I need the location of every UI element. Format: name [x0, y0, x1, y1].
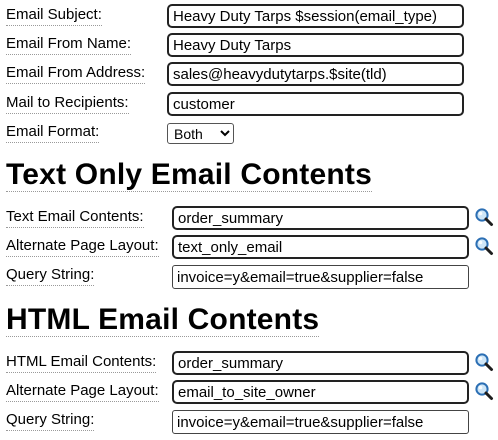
text-query-string-label: Query String:: [6, 266, 95, 286]
html-query-string-label: Query String:: [6, 411, 95, 431]
html-section-heading-text: HTML Email Contents: [6, 303, 320, 337]
html-alternate-layout-input[interactable]: [172, 380, 469, 404]
text-alternate-layout-input[interactable]: [172, 235, 469, 259]
html-email-contents-input[interactable]: [172, 351, 469, 375]
email-from-address-input[interactable]: [167, 62, 464, 86]
magnifier-icon[interactable]: [474, 236, 494, 256]
mail-to-recipients-input[interactable]: [167, 92, 464, 116]
html-alternate-layout-label: Alternate Page Layout:: [6, 382, 159, 402]
text-only-section-heading-text: Text Only Email Contents: [6, 158, 372, 192]
email-format-label: Email Format:: [6, 123, 100, 143]
text-email-contents-input[interactable]: [172, 206, 469, 230]
html-section-heading: HTML Email Contents: [6, 303, 320, 337]
magnifier-icon[interactable]: [474, 352, 494, 372]
html-email-contents-label: HTML Email Contents:: [6, 353, 157, 373]
email-subject-input[interactable]: [167, 4, 464, 28]
text-only-section-heading: Text Only Email Contents: [6, 158, 372, 192]
magnifier-icon[interactable]: [474, 207, 494, 227]
mail-to-recipients-label: Mail to Recipients:: [6, 94, 129, 114]
html-query-string-input[interactable]: [172, 410, 469, 434]
text-query-string-input[interactable]: [172, 265, 469, 289]
email-format-select[interactable]: Both: [167, 123, 234, 144]
email-from-name-input[interactable]: [167, 33, 464, 57]
magnifier-icon[interactable]: [474, 381, 494, 401]
text-alternate-layout-label: Alternate Page Layout:: [6, 237, 159, 257]
email-subject-label: Email Subject:: [6, 6, 102, 26]
email-from-address-label: Email From Address:: [6, 64, 146, 84]
text-email-contents-label: Text Email Contents:: [6, 208, 144, 228]
email-from-name-label: Email From Name:: [6, 35, 132, 55]
